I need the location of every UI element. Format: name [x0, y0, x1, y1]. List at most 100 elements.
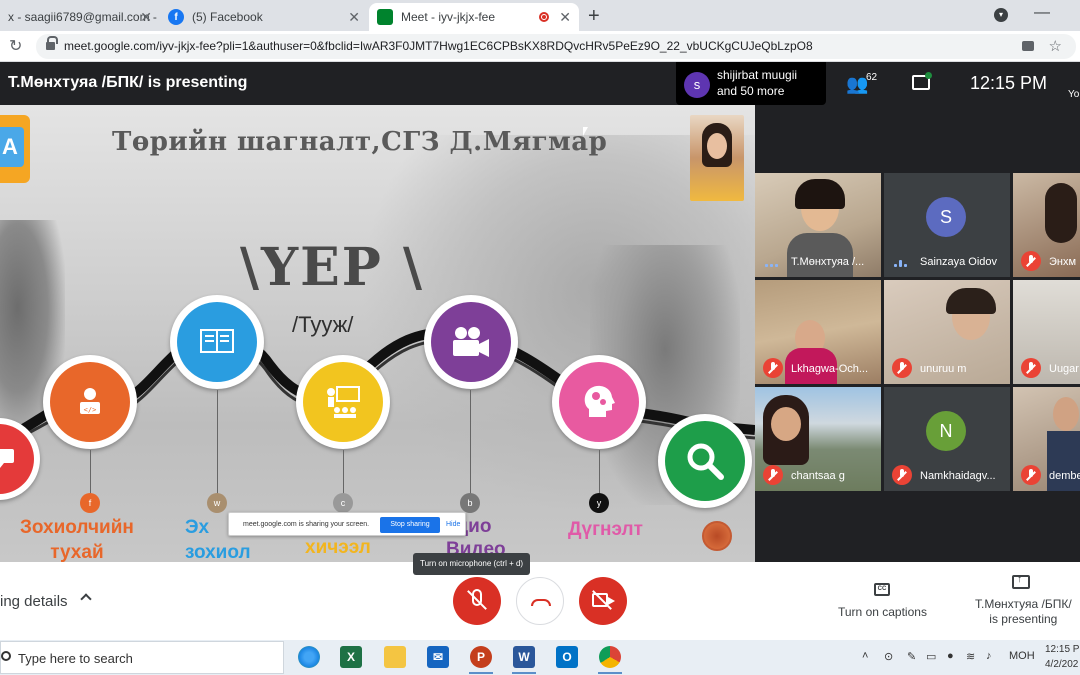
call-control-bar: ing details Turn on microphone (ctrl + d…	[0, 553, 1080, 640]
caption-conclusion-text: Дүгнэлт	[568, 519, 643, 540]
presenting-button[interactable]: Т.Мөнхтуяа /БПК/ is presenting	[975, 597, 1072, 627]
browser-tab-strip: x - saagii6789@gmail.com - ✕ f (5) Faceb…	[0, 0, 1080, 31]
minimize-icon[interactable]: —	[1034, 4, 1050, 22]
lock-icon[interactable]	[46, 36, 58, 50]
close-icon[interactable]: ✕	[559, 9, 571, 26]
battery-icon[interactable]: ▭	[926, 650, 936, 663]
edge-icon[interactable]	[298, 646, 320, 668]
participant-tile[interactable]: unuruu m	[884, 280, 1010, 384]
file-explorer-icon[interactable]	[384, 646, 406, 668]
open-book-icon	[200, 329, 234, 353]
windows-taskbar: Type here to search X ✉ P W O ˄ ⊙ ✎ ▭ ● …	[0, 640, 1080, 675]
tray-chevron-icon[interactable]: ˄	[862, 650, 868, 662]
captions-button[interactable]: Turn on captions	[838, 605, 927, 619]
outlook-icon[interactable]: O	[556, 646, 578, 668]
node-letter-b: b	[460, 493, 480, 513]
chrome-icon[interactable]	[599, 646, 621, 668]
bookmark-star-icon[interactable]: ☆	[1049, 37, 1062, 55]
participant-name: Lkhagwa-Och...	[791, 363, 869, 375]
stop-sharing-button[interactable]: Stop sharing	[380, 517, 440, 533]
participant-tile[interactable]: S Sainzaya Oidov	[884, 173, 1010, 277]
taskbar-search[interactable]: Type here to search	[0, 641, 284, 674]
close-icon[interactable]: ✕	[348, 9, 360, 26]
tray-pen-icon[interactable]: ✎	[907, 650, 916, 663]
node-red-inner	[0, 424, 34, 494]
powerpoint-icon[interactable]: P	[470, 646, 492, 668]
new-tab-icon[interactable]: +	[588, 5, 600, 28]
speaking-indicator	[765, 259, 783, 267]
reload-icon[interactable]: ↻	[9, 36, 22, 56]
leave-call-button[interactable]	[516, 577, 564, 625]
tab-title: x - saagii6789@gmail.com -	[8, 10, 157, 24]
participant-name: chantsaa g	[791, 470, 845, 482]
node-author: </>	[43, 355, 137, 449]
camera-permission-icon[interactable]	[1022, 41, 1034, 51]
node-pin	[599, 450, 600, 495]
presenting-label-line1: Т.Мөнхтуяа /БПК/	[975, 597, 1072, 611]
tab-gmail[interactable]: x - saagii6789@gmail.com - ✕	[0, 3, 160, 31]
close-icon[interactable]: ✕	[140, 9, 152, 26]
caption-author: Зохиолчийн тухай	[20, 515, 134, 562]
tab-title: (5) Facebook	[192, 10, 263, 24]
participant-tile[interactable]: dembe	[1013, 387, 1080, 491]
node-conclusion-inner	[559, 362, 639, 442]
volume-icon[interactable]: ♪	[986, 650, 992, 662]
chevron-up-icon[interactable]	[80, 593, 92, 605]
mail-icon[interactable]: ✉	[427, 646, 449, 668]
svg-text:</>: </>	[84, 406, 97, 414]
muted-mic-icon	[892, 465, 912, 485]
speaking-indicator	[894, 259, 912, 267]
muted-mic-icon	[1021, 358, 1041, 378]
tab-search-icon[interactable]: ▾	[994, 8, 1008, 22]
meet-icon	[377, 9, 393, 25]
tab-meet[interactable]: Meet - iyv-jkjx-fee ✕	[369, 3, 579, 31]
participant-body	[787, 233, 853, 277]
participant-tile[interactable]: Uugar	[1013, 280, 1080, 384]
meeting-details-button[interactable]: ing details	[0, 593, 68, 610]
wifi-icon[interactable]: ≋	[966, 650, 975, 663]
hide-button[interactable]: Hide	[446, 521, 460, 528]
slide-record-button	[702, 521, 732, 551]
participant-tile[interactable]: Lkhagwa-Och...	[755, 280, 881, 384]
joined-notice[interactable]: s shijirbat muugii and 50 more	[676, 62, 826, 105]
url-text[interactable]: meet.google.com/iyv-jkjx-fee?pli=1&authu…	[64, 39, 813, 53]
node-audio-video-inner	[431, 302, 511, 382]
participant-tile[interactable]: Т.Мөнхтуяа /...	[755, 173, 881, 277]
participant-tile[interactable]: Энхм	[1013, 173, 1080, 277]
input-language[interactable]: МОН	[1009, 650, 1035, 662]
avatar: N	[926, 411, 966, 451]
muted-mic-icon	[892, 358, 912, 378]
node-lesson	[296, 355, 390, 449]
camera-toggle-button[interactable]	[579, 577, 627, 625]
word-icon[interactable]: W	[513, 646, 535, 668]
head-gears-icon	[584, 385, 615, 417]
taskbar-time: 12:15 PM	[1045, 644, 1080, 655]
search-placeholder[interactable]: Type here to search	[18, 651, 133, 666]
participant-tile[interactable]: chantsaa g	[755, 387, 881, 491]
mic-toggle-button[interactable]	[453, 577, 501, 625]
movie-camera-icon	[453, 327, 489, 357]
slide-logo	[0, 115, 30, 183]
caption-conclusion: Дүгнэлт	[568, 519, 643, 541]
participant-name: Т.Мөнхтуяа /...	[791, 256, 865, 268]
presentation-stage[interactable]: Төрийн шагналт,СГЗ Д.Мягмар \ҮЕР \ /Тууж…	[0, 105, 755, 562]
excel-icon[interactable]: X	[340, 646, 362, 668]
chat-bubble-icon	[0, 449, 14, 468]
tray-app-icon[interactable]: ⊙	[884, 650, 893, 663]
caption-author-text: Зохиолчийн тухай	[20, 517, 134, 562]
participant-tile[interactable]: N Namkhaidagv...	[884, 387, 1010, 491]
present-icon[interactable]	[1012, 574, 1030, 589]
participant-hair	[1045, 183, 1077, 243]
muted-mic-icon	[1021, 465, 1041, 485]
node-letter-w: w	[207, 493, 227, 513]
mic-tooltip: Turn on microphone (ctrl + d)	[413, 553, 531, 575]
url-box[interactable]: meet.google.com/iyv-jkjx-fee?pli=1&authu…	[36, 34, 1076, 59]
person-laptop-icon: </>	[80, 388, 100, 414]
chat-notification-dot	[925, 72, 932, 79]
microphone-tray-icon[interactable]: ●	[947, 650, 954, 662]
node-author-inner: </>	[50, 362, 130, 442]
tab-facebook[interactable]: f (5) Facebook ✕	[160, 3, 368, 31]
participant-grid: Т.Мөнхтуяа /... S Sainzaya Oidov Энхм Lk…	[755, 105, 1080, 562]
captions-icon[interactable]: CC	[874, 583, 890, 596]
taskbar-clock[interactable]: 12:15 PM 4/2/202	[1045, 642, 1080, 672]
